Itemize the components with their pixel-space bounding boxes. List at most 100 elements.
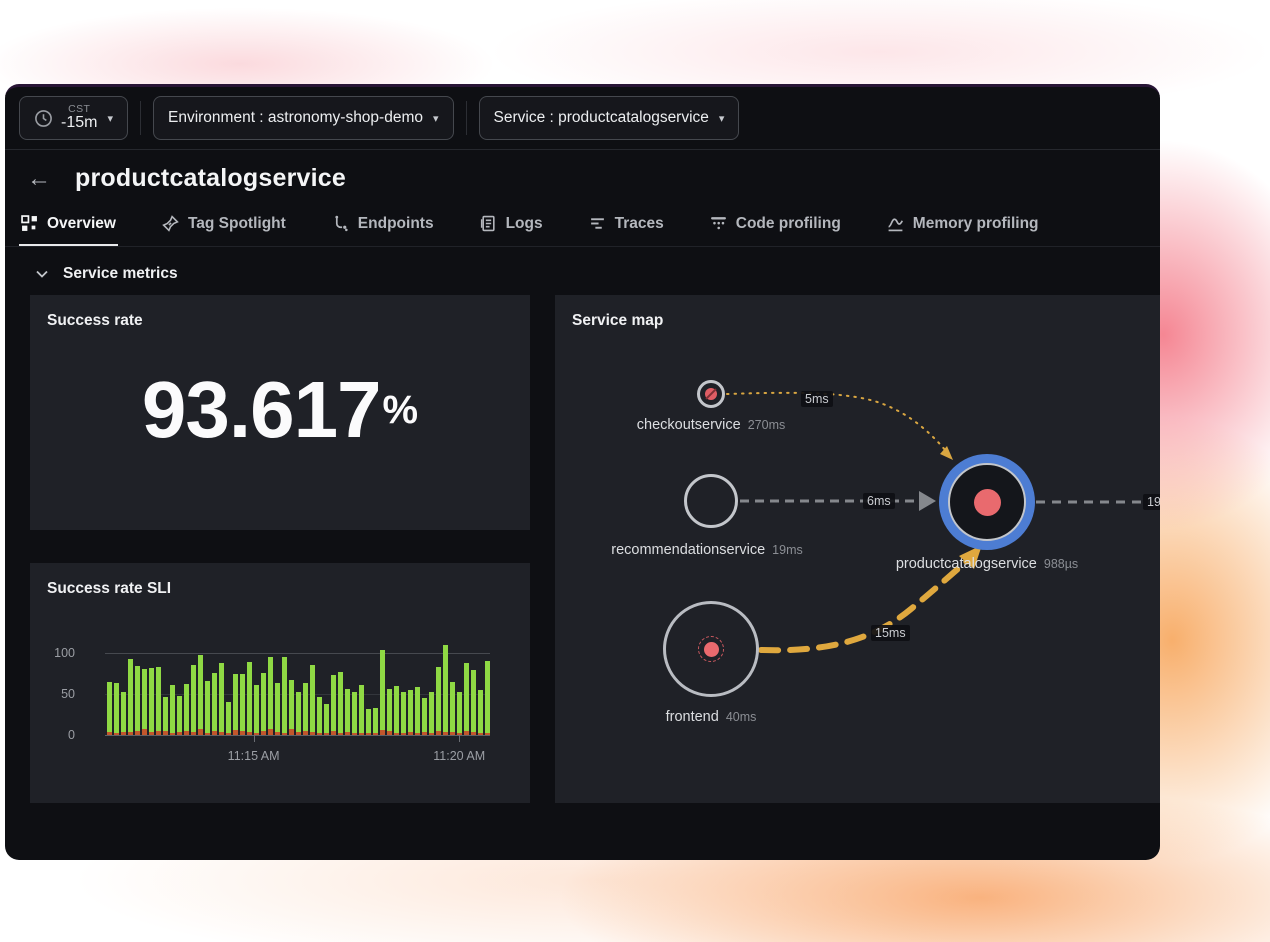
sli-bar xyxy=(359,685,364,735)
clock-icon xyxy=(34,109,53,128)
node-duration: 40ms xyxy=(726,710,757,724)
node-recommendationservice[interactable] xyxy=(684,474,738,528)
sli-bar xyxy=(443,645,448,735)
divider xyxy=(140,101,141,135)
edge-latency-label: 6ms xyxy=(863,493,895,509)
chevron-down-icon: ▾ xyxy=(433,112,439,125)
filter-bar: CST -15m ▾ Environment : astronomy-shop-… xyxy=(5,87,1160,150)
sli-bar xyxy=(457,692,462,735)
node-name[interactable]: recommendationservice xyxy=(611,542,765,558)
sli-bar xyxy=(289,680,294,735)
divider xyxy=(466,101,467,135)
edge-latency-label: 15ms xyxy=(871,625,910,641)
node-checkoutservice[interactable] xyxy=(697,380,725,408)
sli-bar xyxy=(331,675,336,735)
tab-endpoints[interactable]: Endpoints xyxy=(332,201,434,246)
grid-icon xyxy=(21,215,38,232)
tab-label: Memory profiling xyxy=(913,215,1039,233)
sli-bar xyxy=(471,670,476,735)
success-rate-sli-card: Success rate SLI 100 50 0 11:15 AM 11:20… xyxy=(30,563,530,803)
node-name[interactable]: frontend xyxy=(666,709,719,725)
success-rate-value: 93.617 xyxy=(142,364,381,456)
y-tick-label: 50 xyxy=(35,687,75,701)
sli-bar xyxy=(415,687,420,735)
sli-bar xyxy=(142,669,147,735)
y-tick-label: 0 xyxy=(35,728,75,742)
app-window: CST -15m ▾ Environment : astronomy-shop-… xyxy=(5,84,1160,860)
flashlight-icon xyxy=(162,215,179,232)
sli-bar xyxy=(177,696,182,735)
node-inner-ring xyxy=(948,463,1026,541)
sli-chart[interactable]: 100 50 0 11:15 AM 11:20 AM xyxy=(105,653,490,735)
tab-memory-profiling[interactable]: Memory profiling xyxy=(887,201,1039,246)
node-duration: 19ms xyxy=(772,543,803,557)
sli-bar xyxy=(408,690,413,735)
sli-bar xyxy=(478,690,483,735)
service-dropdown[interactable]: Service : productcatalogservice ▾ xyxy=(479,96,740,140)
node-productcatalogservice-selected[interactable] xyxy=(939,454,1035,550)
service-map-canvas[interactable]: checkoutservice 270ms recommendationserv… xyxy=(555,295,1160,803)
sli-bar xyxy=(184,684,189,735)
environment-dropdown[interactable]: Environment : astronomy-shop-demo ▾ xyxy=(153,96,454,140)
tab-label: Code profiling xyxy=(736,215,841,233)
document-icon xyxy=(480,215,497,232)
sli-bar xyxy=(163,697,168,735)
x-tick xyxy=(459,735,460,742)
tab-overview[interactable]: Overview xyxy=(21,201,116,246)
card-title: Success rate xyxy=(30,295,530,330)
time-range-value: -15m xyxy=(61,115,97,132)
service-metrics-section-header[interactable]: Service metrics xyxy=(5,247,1160,295)
service-map-card: Service map xyxy=(555,295,1160,803)
sli-bar xyxy=(485,661,490,735)
arrowhead-gray xyxy=(919,491,936,511)
tab-tag-spotlight[interactable]: Tag Spotlight xyxy=(162,201,286,246)
sli-bar xyxy=(345,689,350,735)
endpoints-icon xyxy=(332,215,349,232)
sli-bar xyxy=(317,697,322,735)
tab-label: Traces xyxy=(615,215,664,233)
tab-label: Tag Spotlight xyxy=(188,215,286,233)
sli-bar xyxy=(121,692,126,735)
edge-frontend-to-pcs xyxy=(761,561,967,650)
sli-bar xyxy=(380,650,385,735)
sli-bars xyxy=(107,653,490,735)
sli-bar xyxy=(366,709,371,735)
time-range-picker[interactable]: CST -15m ▾ xyxy=(19,96,128,140)
sli-bar xyxy=(170,685,175,735)
sli-bar xyxy=(247,662,252,735)
sli-bar xyxy=(191,665,196,736)
tab-label: Endpoints xyxy=(358,215,434,233)
sli-bar xyxy=(282,657,287,735)
tab-traces[interactable]: Traces xyxy=(589,201,664,246)
node-name[interactable]: checkoutservice xyxy=(637,417,741,433)
sli-bar xyxy=(296,692,301,735)
success-rate-unit: % xyxy=(383,388,419,433)
sli-bar xyxy=(240,674,245,735)
service-dropdown-label: Service : productcatalogservice xyxy=(494,109,709,127)
success-rate-card: Success rate 93.617 % xyxy=(30,295,530,530)
node-name[interactable]: productcatalogservice xyxy=(896,556,1037,572)
sli-bar xyxy=(436,667,441,735)
sli-bar xyxy=(394,686,399,735)
sli-bar xyxy=(422,698,427,735)
node-frontend[interactable] xyxy=(663,601,759,697)
sli-bar xyxy=(219,663,224,735)
error-dot-icon xyxy=(974,489,1001,516)
sli-bar xyxy=(212,673,217,735)
arrowhead-yellow xyxy=(940,446,953,460)
x-tick-label: 11:20 AM xyxy=(433,749,485,763)
trace-waterfall-icon xyxy=(589,215,606,232)
tab-code-profiling[interactable]: Code profiling xyxy=(710,201,841,246)
x-tick-label: 11:15 AM xyxy=(228,749,280,763)
back-button[interactable]: ← xyxy=(21,165,57,193)
environment-dropdown-label: Environment : astronomy-shop-demo xyxy=(168,109,423,127)
sli-bar xyxy=(338,672,343,735)
sli-bar xyxy=(464,663,469,735)
axis-baseline xyxy=(105,735,490,736)
card-title: Success rate SLI xyxy=(30,563,530,598)
edge-latency-label: 5ms xyxy=(801,391,833,407)
sli-bar xyxy=(156,667,161,735)
flame-graph-icon xyxy=(710,215,727,232)
chevron-down-icon: ▾ xyxy=(107,112,113,125)
tab-logs[interactable]: Logs xyxy=(480,201,543,246)
